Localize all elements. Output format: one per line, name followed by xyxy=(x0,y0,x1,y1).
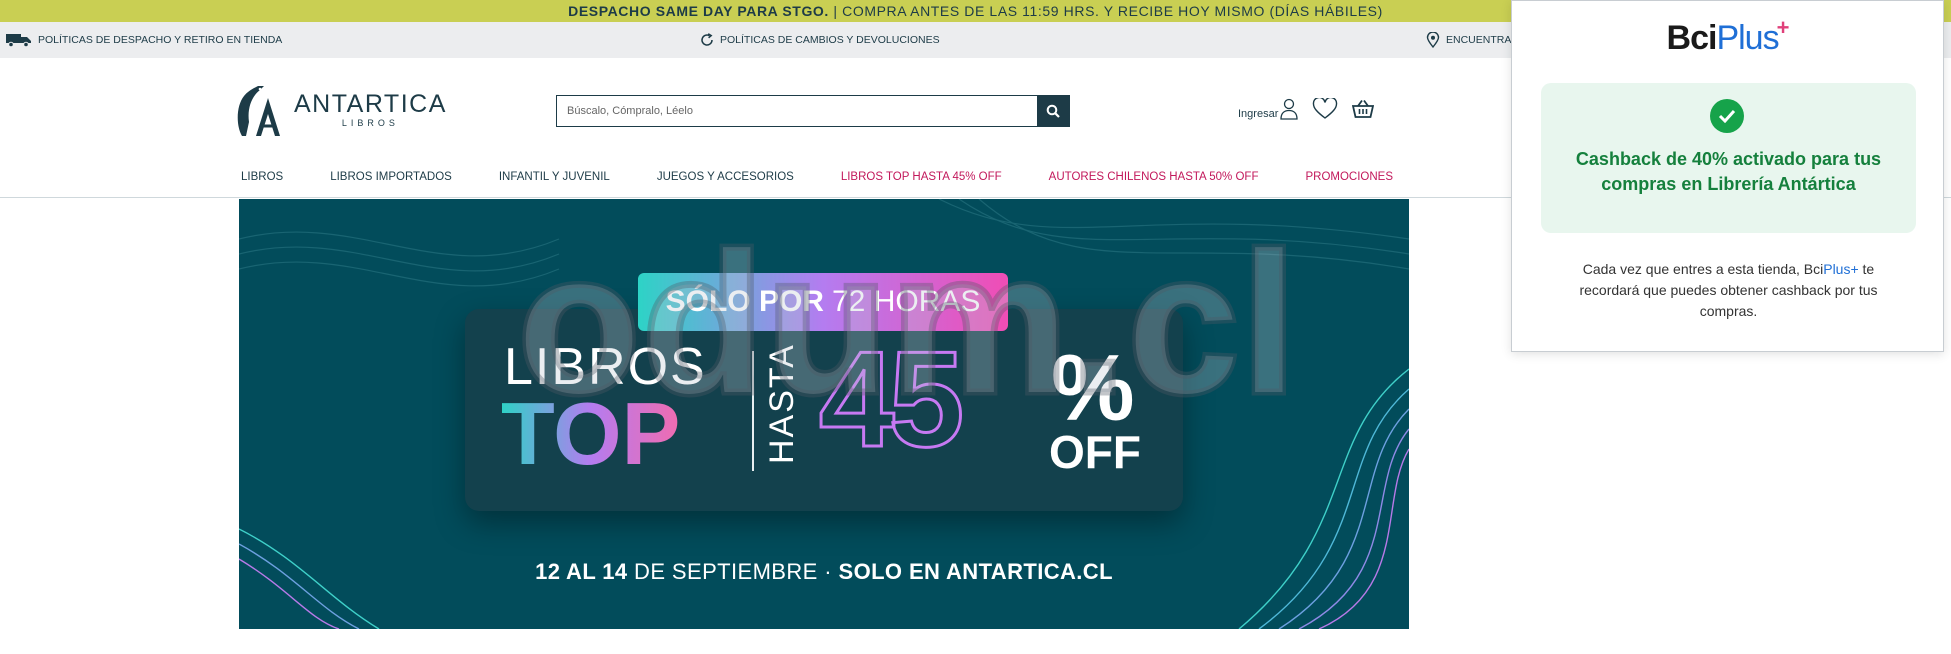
user-icon xyxy=(1280,98,1299,120)
search-button[interactable] xyxy=(1037,96,1069,126)
returns-policy-link[interactable]: POLÍTICAS DE CAMBIOS Y DEVOLUCIONES xyxy=(700,22,940,58)
bciplus-logo-bci: Bci xyxy=(1666,19,1718,57)
logo-name: ANTARTICA xyxy=(294,90,447,118)
nav-item-libros[interactable]: LIBROS xyxy=(241,171,283,183)
popup-note-prefix: Cada vez que entres a esta tienda, Bci xyxy=(1582,261,1824,277)
hero-banner[interactable]: SÓLO POR 72 HORAS LIBROS TOP HASTA 45 % … xyxy=(239,199,1409,629)
cart-basket-icon[interactable] xyxy=(1352,99,1375,119)
bciplus-logo-cross: + xyxy=(1776,15,1790,40)
cashback-message: Cashback de 40% activado para tus compra… xyxy=(1561,147,1896,197)
banner-dates-month: DE SEPTIEMBRE · xyxy=(627,559,839,584)
antartica-logo[interactable]: ANTARTICA LIBROS xyxy=(232,82,447,138)
promo-bar-bold: DESPACHO SAME DAY PARA STGO. xyxy=(568,3,829,19)
cashback-prefix: Cashback de xyxy=(1575,149,1692,169)
user-tools: Ingresar xyxy=(1238,98,1375,120)
banner-pill-rest: 72 HORAS xyxy=(831,285,981,318)
banner-percent-sign: % xyxy=(1051,335,1135,440)
check-circle-icon xyxy=(1710,99,1744,133)
banner-discount-number: 45 xyxy=(817,323,965,475)
bciplus-logo-plus: Plus xyxy=(1716,19,1779,57)
bciplus-popup: BciPlus+ Cashback de 40% activado para t… xyxy=(1511,0,1944,352)
wishlist-heart-icon[interactable] xyxy=(1312,98,1338,120)
nav-item-libros-importados[interactable]: LIBROS IMPORTADOS xyxy=(330,171,452,183)
banner-dates-site: SOLO EN ANTARTICA.CL xyxy=(838,559,1113,584)
truck-icon xyxy=(6,34,31,47)
refresh-icon xyxy=(701,33,713,46)
login-label: Ingresar xyxy=(1238,108,1279,120)
search-bar xyxy=(556,95,1070,127)
search-input[interactable] xyxy=(557,96,1037,126)
popup-note: Cada vez que entres a esta tienda, BciPl… xyxy=(1552,259,1905,322)
nav-item-autores-chilenos[interactable]: AUTORES CHILENOS HASTA 50% OFF xyxy=(1049,171,1259,183)
banner-hasta-text: HASTA xyxy=(763,343,801,464)
shipping-policy-label: POLÍTICAS DE DESPACHO Y RETIRO EN TIENDA xyxy=(38,34,283,46)
banner-dates: 12 AL 14 DE SEPTIEMBRE · SOLO EN ANTARTI… xyxy=(239,559,1409,585)
banner-divider xyxy=(752,351,754,471)
nav-item-juegos-accesorios[interactable]: JUEGOS Y ACCESORIOS xyxy=(657,171,794,183)
nav-item-infantil-juvenil[interactable]: INFANTIL Y JUVENIL xyxy=(499,171,610,183)
main-nav: LIBROS LIBROS IMPORTADOS INFANTIL Y JUVE… xyxy=(241,171,1440,183)
location-pin-icon xyxy=(1426,32,1440,48)
banner-dates-range: 12 AL 14 xyxy=(535,559,628,584)
banner-top-text: TOP xyxy=(501,384,681,483)
nav-item-libros-top[interactable]: LIBROS TOP HASTA 45% OFF xyxy=(841,171,1002,183)
shipping-policy-link[interactable]: POLÍTICAS DE DESPACHO Y RETIRO EN TIENDA xyxy=(6,22,282,58)
returns-policy-label: POLÍTICAS DE CAMBIOS Y DEVOLUCIONES xyxy=(720,34,940,46)
cashback-card: Cashback de 40% activado para tus compra… xyxy=(1541,83,1916,233)
nav-item-promociones[interactable]: PROMOCIONES xyxy=(1305,171,1393,183)
popup-note-plus: Plus+ xyxy=(1823,261,1859,277)
search-icon xyxy=(1046,104,1060,118)
banner-pill-bold: SÓLO POR xyxy=(665,285,824,318)
penguin-logo-icon xyxy=(237,86,280,136)
store-locator-link[interactable]: ENCUENTRA xyxy=(1426,22,1511,58)
cashback-percent: 40% xyxy=(1691,149,1729,169)
store-locator-label: ENCUENTRA xyxy=(1446,34,1512,46)
banner-off-text: OFF xyxy=(1049,426,1141,478)
bciplus-logo: BciPlus+ xyxy=(1512,15,1945,58)
login-link[interactable]: Ingresar xyxy=(1238,98,1299,120)
promo-bar-text: | COMPRA ANTES DE LAS 11:59 HRS. Y RECIB… xyxy=(828,3,1383,19)
logo-subtitle: LIBROS xyxy=(341,118,399,128)
